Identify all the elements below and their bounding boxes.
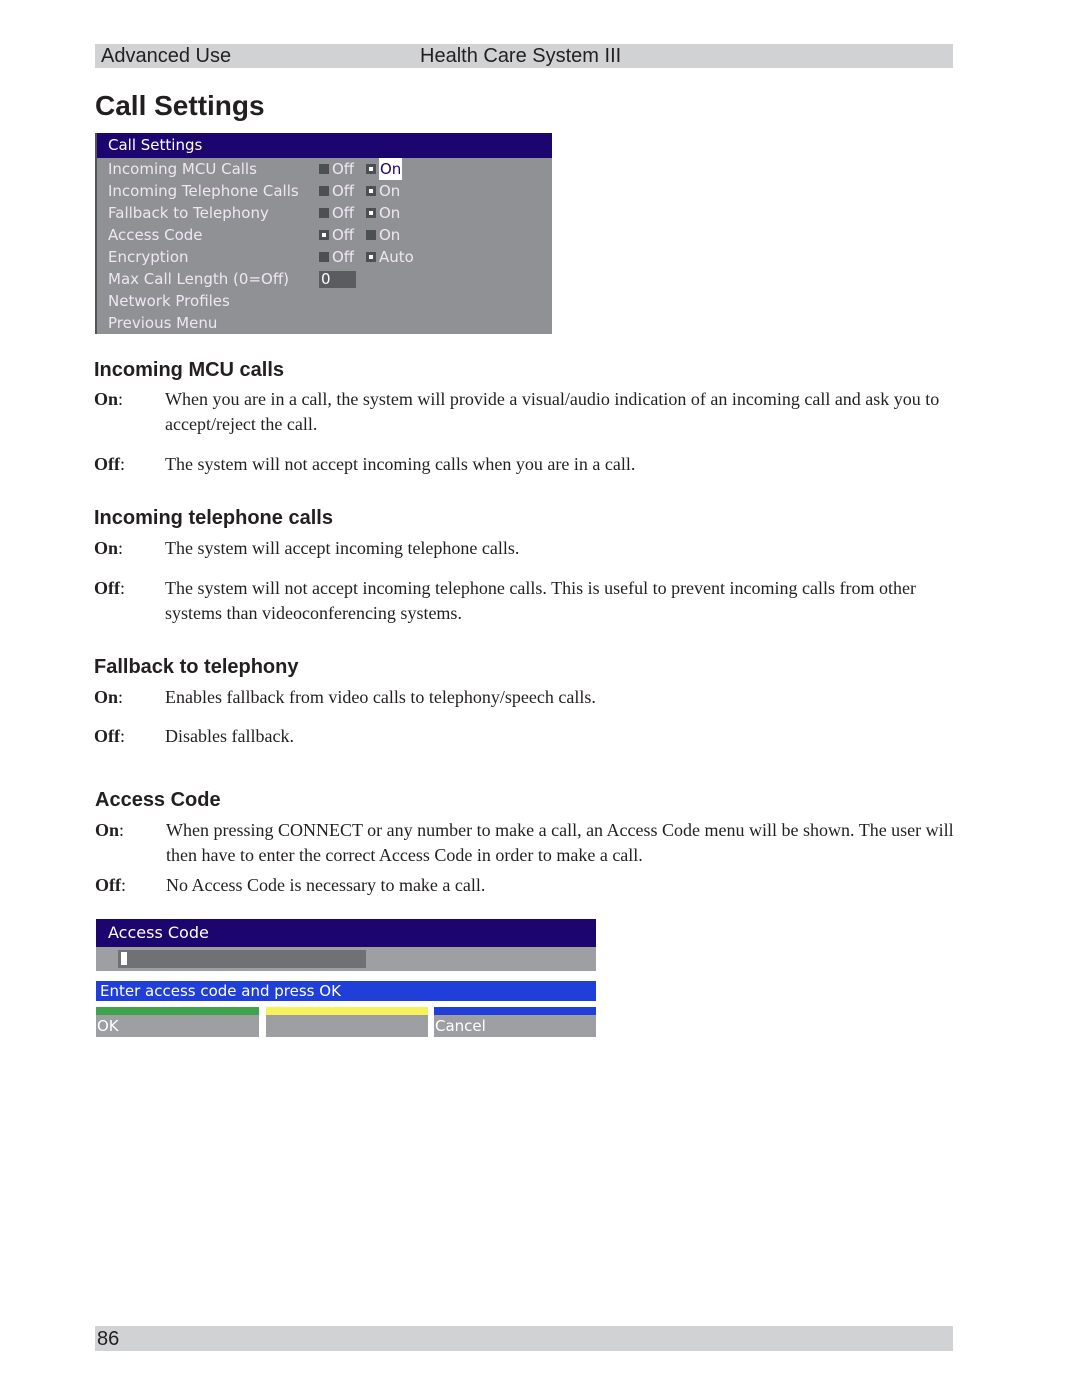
menu-row-previous-menu[interactable]: Previous Menu: [97, 312, 552, 334]
radio-selected-icon: [366, 186, 376, 196]
menu-row-label: Access Code: [108, 226, 203, 244]
section-heading-access-code: Access Code: [95, 789, 221, 811]
term-on: On:: [94, 389, 124, 409]
option-on[interactable]: On: [366, 202, 400, 224]
page-number: 86: [97, 1328, 120, 1350]
menu-row-label: Previous Menu: [108, 314, 218, 332]
option-off[interactable]: Off: [319, 246, 354, 268]
term-on: On:: [94, 538, 124, 558]
term-on: On:: [94, 687, 124, 707]
term-off: Off:: [94, 726, 126, 746]
menu-row-label: Max Call Length (0=Off): [108, 270, 290, 288]
call-settings-menu: Call Settings Incoming MCU Calls Off On …: [95, 133, 552, 334]
access-code-input-row: [96, 947, 596, 971]
term-on: On:: [95, 820, 125, 840]
dialog-title: Access Code: [96, 919, 596, 947]
ok-button[interactable]: OK: [96, 1007, 259, 1037]
option-auto[interactable]: Auto: [366, 246, 414, 268]
definition-text: When you are in a call, the system will …: [165, 389, 940, 434]
dialog-prompt: Enter access code and press OK: [96, 981, 596, 1001]
definition-text: The system will not accept incoming tele…: [165, 578, 916, 623]
running-footer: 86: [95, 1326, 953, 1351]
term-off: Off:: [94, 578, 126, 598]
menu-row-access-code[interactable]: Access Code Off On: [97, 224, 552, 246]
cancel-button[interactable]: Cancel: [434, 1007, 596, 1037]
option-off[interactable]: Off: [319, 224, 354, 246]
radio-icon: [319, 164, 329, 174]
definition-text: When pressing CONNECT or any number to m…: [166, 820, 954, 865]
radio-icon: [319, 208, 329, 218]
menu-row-incoming-telephone-calls[interactable]: Incoming Telephone Calls Off On: [97, 180, 552, 202]
menu-row-encryption[interactable]: Encryption Off Auto: [97, 246, 552, 268]
section-heading-incoming-mcu-calls: Incoming MCU calls: [94, 359, 285, 381]
menu-row-label: Fallback to Telephony: [108, 204, 269, 222]
section-heading-fallback-to-telephony: Fallback to telephony: [94, 656, 299, 678]
option-on[interactable]: On: [366, 158, 403, 180]
menu-row-label: Incoming MCU Calls: [108, 160, 257, 178]
radio-selected-icon: [319, 230, 329, 240]
term-off: Off:: [95, 875, 127, 895]
radio-icon: [319, 252, 329, 262]
option-off[interactable]: Off: [319, 180, 354, 202]
max-call-length-input[interactable]: 0: [319, 271, 356, 288]
access-code-input[interactable]: [118, 950, 366, 968]
radio-icon: [319, 186, 329, 196]
definition-text: The system will accept incoming telephon…: [165, 538, 520, 558]
term-off: Off:: [94, 454, 126, 474]
access-code-dialog: Access Code Enter access code and press …: [96, 919, 596, 1037]
menu-row-fallback-to-telephony[interactable]: Fallback to Telephony Off On: [97, 202, 552, 224]
header-section: Advanced Use: [101, 45, 232, 67]
option-on[interactable]: On: [366, 224, 400, 246]
page-title: Call Settings: [95, 90, 265, 121]
menu-row-label: Encryption: [108, 248, 189, 266]
radio-selected-icon: [366, 252, 376, 262]
option-on[interactable]: On: [366, 180, 400, 202]
definition-text: Disables fallback.: [165, 726, 294, 746]
running-header: Advanced Use Health Care System III: [95, 44, 953, 68]
definition-text: No Access Code is necessary to make a ca…: [166, 875, 486, 895]
menu-title: Call Settings: [97, 133, 552, 158]
menu-row-incoming-mcu-calls[interactable]: Incoming MCU Calls Off On: [97, 158, 552, 180]
menu-row-label: Network Profiles: [108, 292, 230, 310]
definition-text: Enables fallback from video calls to tel…: [165, 687, 596, 707]
radio-selected-icon: [366, 208, 376, 218]
yellow-key-strip: [266, 1007, 428, 1015]
green-key-strip: [96, 1007, 259, 1015]
yellow-key-button[interactable]: [266, 1007, 428, 1037]
option-off[interactable]: Off: [319, 202, 354, 224]
blue-key-strip: [434, 1007, 596, 1015]
definition-text: The system will not accept incoming call…: [165, 454, 636, 474]
section-heading-incoming-telephone-calls: Incoming telephone calls: [94, 507, 333, 529]
text-cursor: [121, 952, 127, 965]
option-off[interactable]: Off: [319, 158, 354, 180]
menu-row-label: Incoming Telephone Calls: [108, 182, 299, 200]
radio-selected-icon: [366, 164, 376, 174]
menu-row-max-call-length[interactable]: Max Call Length (0=Off) 0: [97, 268, 552, 290]
radio-icon: [366, 230, 376, 240]
menu-row-network-profiles[interactable]: Network Profiles: [97, 290, 552, 312]
header-product: Health Care System III: [420, 45, 622, 67]
